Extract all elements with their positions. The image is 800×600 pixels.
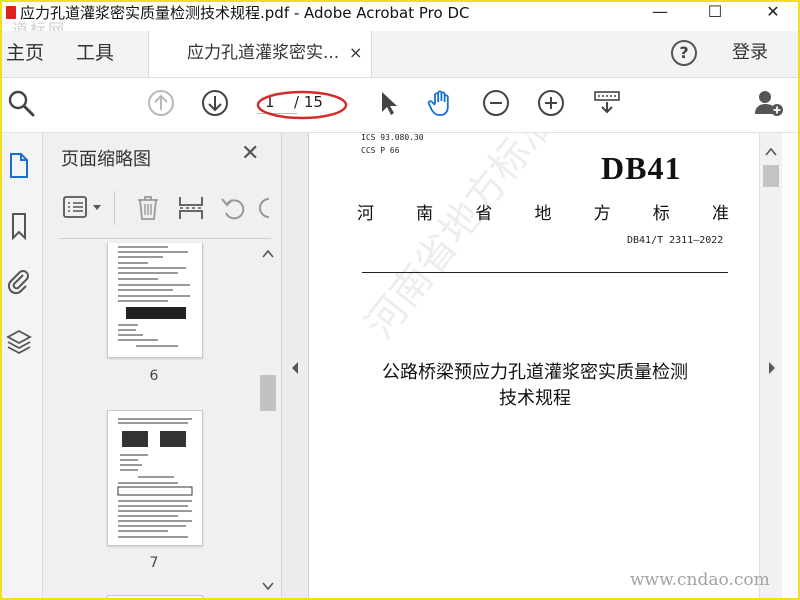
select-cursor-icon[interactable]: [374, 88, 404, 118]
hand-tool-icon[interactable]: [426, 88, 456, 118]
province-standard-heading: 河 南 省 地 方 标 准: [357, 199, 729, 224]
login-button[interactable]: 登录: [732, 31, 768, 77]
heading-char: 省: [475, 204, 493, 224]
header-rule: [362, 272, 728, 273]
heading-char: 准: [711, 204, 729, 224]
heading-char: 河: [357, 204, 374, 224]
expand-right-icon[interactable]: [767, 361, 777, 375]
panel-title: 页面缩略图: [61, 149, 151, 170]
collapse-left-icon[interactable]: [290, 361, 300, 375]
search-icon[interactable]: [6, 88, 36, 118]
minimize-button[interactable]: —: [637, 2, 683, 24]
ics-code: ICS 93.080.30: [361, 133, 424, 142]
page-thumbnail[interactable]: [107, 410, 203, 546]
scroll-down-icon[interactable]: [262, 581, 274, 591]
zoom-in-icon[interactable]: [536, 88, 566, 118]
page-fit-icon[interactable]: [592, 88, 622, 118]
bookmarks-icon[interactable]: [6, 211, 32, 241]
document-view[interactable]: 河南省地方标准公共服务平台 ICS 93.080.30 CCS P 66 DB4…: [309, 133, 758, 598]
panel-divider: [59, 238, 271, 239]
rotate-counterclockwise-icon[interactable]: [219, 195, 247, 221]
home-tab[interactable]: 主页: [6, 31, 44, 77]
thumbnail-label: 6: [149, 368, 159, 384]
panel-scroll-thumb[interactable]: [260, 375, 276, 411]
standard-number: DB41/T 2311—2022: [627, 235, 724, 246]
window-title: 应力孔道灌浆密实质量检测技术规程.pdf - Adobe Acrobat Pro…: [20, 4, 470, 22]
page-thumbnail[interactable]: [107, 595, 203, 598]
delete-page-icon[interactable]: [136, 195, 160, 221]
document-tab-close-button[interactable]: ×: [349, 31, 362, 75]
page-7-preview: [117, 418, 193, 538]
ccs-code: CCS P 66: [361, 146, 400, 155]
layers-icon[interactable]: [6, 327, 32, 357]
doc-scroll-up-icon[interactable]: [765, 147, 777, 157]
document-scroll-thumb[interactable]: [763, 165, 779, 187]
toolbar: [2, 78, 798, 133]
document-title-line-1: 公路桥梁预应力孔道灌浆密实质量检测: [382, 362, 688, 383]
next-page-icon[interactable]: [200, 88, 230, 118]
rotate-clockwise-icon[interactable]: [257, 195, 271, 221]
page-thumbnails-icon[interactable]: [6, 151, 32, 181]
document-scrollbar[interactable]: [759, 133, 782, 598]
scroll-up-icon[interactable]: [262, 249, 274, 259]
heading-char: 标: [652, 204, 670, 224]
thumbnail-options-icon[interactable]: [63, 196, 105, 220]
title-bar: 应力孔道灌浆密实质量检测技术规程.pdf - Adobe Acrobat Pro…: [2, 2, 798, 24]
extract-page-icon[interactable]: [178, 195, 204, 221]
help-icon[interactable]: ?: [671, 40, 697, 66]
heading-char: 南: [416, 204, 434, 224]
site-watermark: www.cndao.com: [630, 570, 770, 590]
heading-char: 地: [534, 204, 552, 224]
maximize-button[interactable]: ☐: [692, 2, 738, 24]
zoom-out-icon[interactable]: [481, 88, 511, 118]
navigation-rail: [2, 133, 43, 598]
attachments-icon[interactable]: [6, 267, 32, 297]
thumbnail-label: 7: [149, 555, 159, 571]
document-tab[interactable]: 应力孔道灌浆密实... ×: [148, 31, 372, 77]
tools-tab[interactable]: 工具: [76, 31, 114, 77]
panel-scrollbar[interactable]: [259, 243, 277, 595]
heading-char: 方: [593, 204, 611, 224]
red-annotation-ellipse: [256, 90, 348, 120]
close-window-button[interactable]: ✕: [750, 2, 796, 24]
page-6-preview: [118, 246, 190, 347]
db41-logo: DB41: [601, 150, 682, 186]
document-tab-label: 应力孔道灌浆密实...: [187, 43, 340, 63]
previous-page-icon[interactable]: [146, 88, 176, 118]
panel-toolbar: [43, 181, 281, 237]
panel-collapse-strip[interactable]: [282, 133, 309, 598]
panel-close-button[interactable]: ✕: [241, 141, 259, 166]
page-thumbnail[interactable]: [107, 243, 203, 358]
panel-toolbar-divider: [114, 191, 115, 225]
document-title-line-2: 技术规程: [499, 388, 571, 409]
menu-bar: 主页 工具 应力孔道灌浆密实... × ? 登录: [2, 31, 798, 78]
thumbnails-panel: 页面缩略图 ✕ 6 7: [43, 133, 282, 598]
add-user-icon[interactable]: [754, 88, 784, 118]
app-window: 应力孔道灌浆密实质量检测技术规程.pdf - Adobe Acrobat Pro…: [0, 0, 800, 600]
